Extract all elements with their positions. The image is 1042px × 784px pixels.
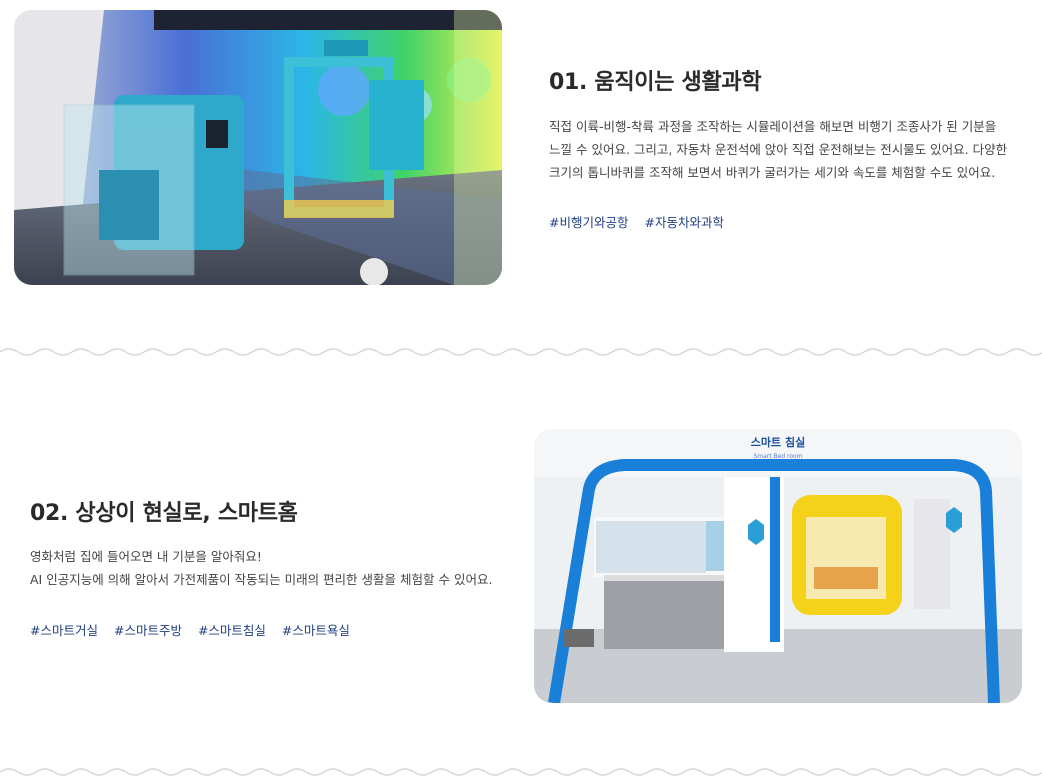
tag-link[interactable]: #비행기와공항 [549,215,628,230]
tag-link[interactable]: #스마트거실 [30,623,98,638]
section1-desc-line: 크기의 톱니바퀴를 조작해 보면서 바퀴가 굴러가는 세기와 속도를 체험할 수… [549,165,996,180]
section1-desc-line: 직접 이륙-비행-착륙 과정을 조작하는 시뮬레이션을 해보면 비행기 조종사가… [549,119,997,134]
section2-photo: 스마트 침실 Smart Bed room [534,429,1022,703]
wave-divider [0,348,1042,356]
wave-divider [0,768,1042,776]
tag-link[interactable]: #자동차와과학 [644,215,723,230]
section2-tags: #스마트거실 #스마트주방 #스마트침실 #스마트욕실 [30,620,362,639]
section2-description: 영화처럼 집에 들어오면 내 기분을 알아줘요! AI 인공지능에 의해 알아서… [30,545,492,591]
section2-desc-line: 영화처럼 집에 들어오면 내 기분을 알아줘요! [30,549,262,564]
section2-desc-line: AI 인공지능에 의해 알아서 가전제품이 작동되는 미래의 편리한 생활을 체… [30,572,493,587]
section2-title: 02. 상상이 현실로, 스마트홈 [30,501,298,526]
section1-description: 직접 이륙-비행-착륙 과정을 조작하는 시뮬레이션을 해보면 비행기 조종사가… [549,115,1007,184]
section1-desc-line: 느낄 수 있어요. 그리고, 자동차 운전석에 앉아 직접 운전해보는 전시물도… [549,142,1008,157]
section1-title: 01. 움직이는 생활과학 [549,70,762,95]
sign-subtitle: Smart Bed room [753,453,802,460]
tag-link[interactable]: #스마트욕실 [282,623,350,638]
section1-photo [14,10,502,285]
tag-link[interactable]: #스마트주방 [114,623,182,638]
sign-title: 스마트 침실 [751,435,805,449]
tag-link[interactable]: #스마트침실 [198,623,266,638]
section1-tags: #비행기와공항 #자동차와과학 [549,212,736,231]
